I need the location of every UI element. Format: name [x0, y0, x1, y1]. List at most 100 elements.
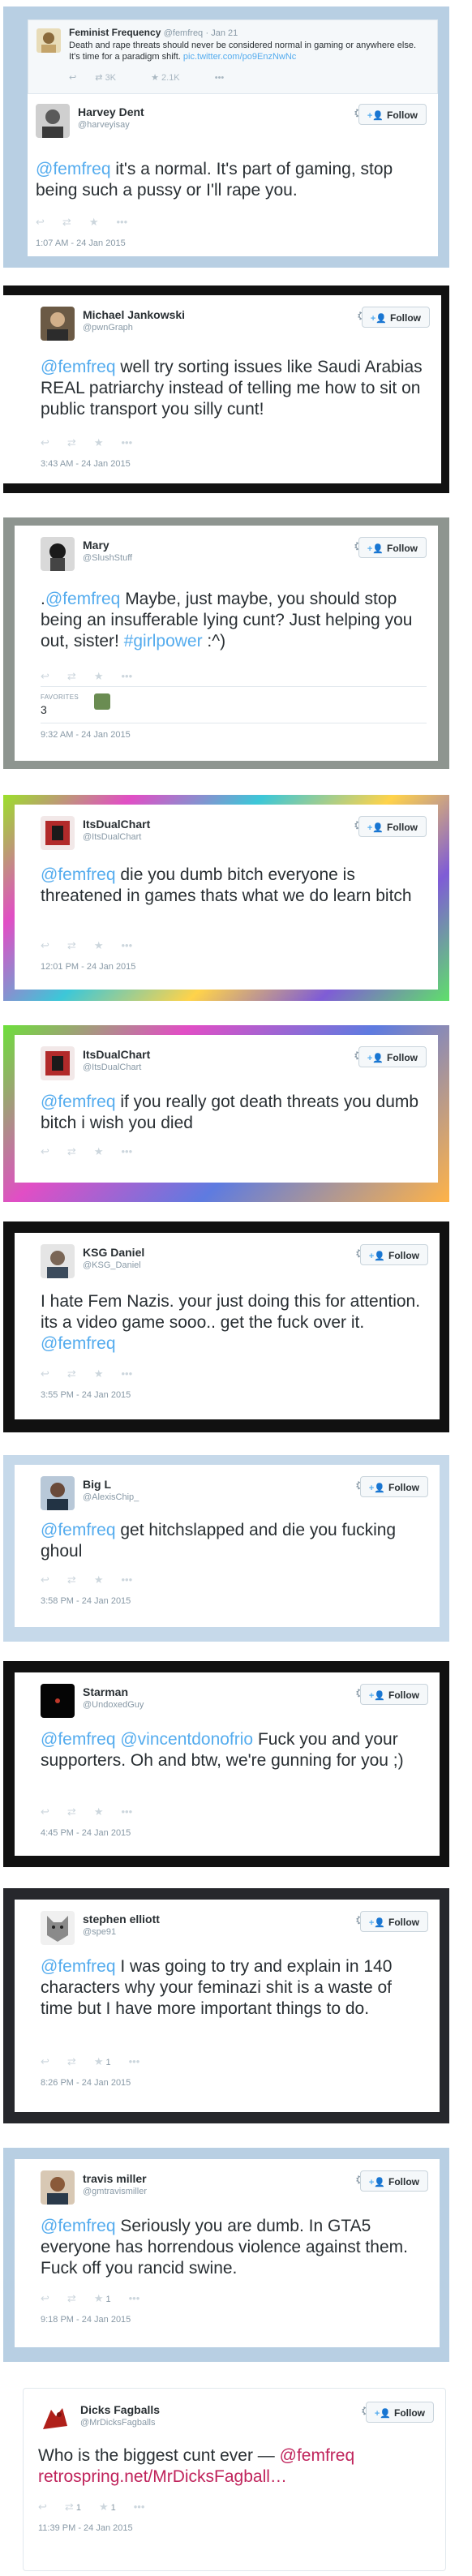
avatar[interactable]	[41, 1911, 75, 1945]
timestamp[interactable]: 4:45 PM - 24 Jan 2015	[41, 1828, 131, 1838]
retweet-icon[interactable]: ⇄	[67, 2055, 76, 2068]
retweet-icon[interactable]: ⇄	[67, 1805, 76, 1818]
timestamp[interactable]: 3:55 PM - 24 Jan 2015	[41, 1390, 131, 1400]
favorite-icon[interactable]: ★	[94, 1574, 104, 1586]
retweet-icon[interactable]: ⇄ 1	[65, 2501, 81, 2514]
timestamp[interactable]: 9:32 AM - 24 Jan 2015	[41, 730, 131, 740]
reply-icon[interactable]: ↩	[36, 216, 45, 229]
avatar[interactable]	[41, 816, 75, 850]
retweet-icon[interactable]: ⇄	[67, 436, 76, 449]
follow-button[interactable]: +👤 Follow	[359, 1476, 428, 1497]
author[interactable]: Big L @AlexisChip_	[83, 1478, 139, 1502]
retweet-icon[interactable]: ⇄	[67, 1367, 76, 1380]
reply-icon[interactable]: ↩	[41, 1145, 49, 1158]
reply-icon[interactable]: ↩	[41, 670, 49, 683]
timestamp[interactable]: 8:26 PM - 24 Jan 2015	[41, 2078, 131, 2088]
favoriter-avatar[interactable]	[94, 693, 110, 710]
author[interactable]: Mary @SlushStuff	[83, 539, 132, 563]
mention-link[interactable]: @femfreq	[41, 1957, 116, 1976]
mention-link[interactable]: @femfreq	[41, 1334, 116, 1353]
more-icon[interactable]: •••	[121, 939, 132, 951]
more-icon[interactable]: •••	[121, 1805, 132, 1818]
mention-link[interactable]: @femfreq	[41, 1093, 116, 1111]
favorite-icon[interactable]: ★ 1	[94, 2055, 111, 2068]
favorite-icon[interactable]: ★ 2.1K	[151, 73, 196, 83]
favorite-icon[interactable]: ★	[94, 670, 104, 683]
reply-icon[interactable]: ↩	[41, 436, 49, 449]
avatar[interactable]	[36, 104, 70, 138]
avatar[interactable]	[41, 1476, 75, 1510]
favorite-icon[interactable]: ★	[94, 1145, 104, 1158]
mention-link[interactable]: @femfreq	[41, 865, 116, 884]
author[interactable]: Michael Jankowski @pwnGraph	[83, 308, 185, 333]
quoted-tweet[interactable]: Feminist Frequency @femfreq · Jan 21 Dea…	[28, 19, 438, 94]
avatar[interactable]	[41, 2170, 75, 2205]
hashtag-link[interactable]: #girlpower	[124, 632, 203, 650]
avatar[interactable]	[38, 2402, 72, 2436]
favorite-icon[interactable]: ★ 1	[99, 2501, 116, 2514]
more-icon[interactable]: •••	[121, 1145, 132, 1157]
mention-link[interactable]: @femfreq	[41, 2217, 116, 2235]
reply-icon[interactable]: ↩	[41, 1367, 49, 1380]
timestamp[interactable]: 9:18 PM - 24 Jan 2015	[41, 2315, 131, 2325]
more-icon[interactable]: •••	[116, 216, 127, 228]
retweet-icon[interactable]: ⇄	[67, 1574, 76, 1586]
timestamp[interactable]: 3:43 AM - 24 Jan 2015	[41, 459, 131, 469]
follow-button[interactable]: +👤 Follow	[361, 307, 430, 328]
avatar[interactable]	[41, 537, 75, 571]
avatar[interactable]	[41, 1244, 75, 1278]
timestamp[interactable]: 11:39 PM - 24 Jan 2015	[38, 2523, 133, 2533]
follow-button[interactable]: +👤 Follow	[359, 1911, 428, 1932]
avatar[interactable]	[41, 1684, 75, 1718]
favorite-icon[interactable]: ★	[94, 1805, 104, 1818]
favorite-icon[interactable]: ★ 1	[94, 2292, 111, 2305]
mention-link[interactable]: @femfreq	[41, 1521, 116, 1539]
retweet-icon[interactable]: ⇄	[67, 939, 76, 952]
more-icon[interactable]: •••	[121, 1367, 132, 1380]
author[interactable]: Dicks Fagballs @MrDicksFagballs	[80, 2403, 160, 2428]
author[interactable]: ItsDualChart @ItsDualChart	[83, 1048, 150, 1072]
retweet-icon[interactable]: ⇄ 3K	[95, 73, 132, 83]
author[interactable]: travis miller @gmtravismiller	[83, 2172, 147, 2196]
follow-button[interactable]: +👤 Follow	[365, 2402, 434, 2423]
retweet-icon[interactable]: ⇄	[67, 1145, 76, 1158]
reply-icon[interactable]: ↩	[41, 1574, 49, 1586]
more-icon[interactable]: •••	[134, 2501, 145, 2513]
favorite-icon[interactable]: ★	[89, 216, 99, 229]
reply-icon[interactable]: ↩	[41, 1805, 49, 1818]
more-icon[interactable]: •••	[121, 1574, 132, 1586]
media-link[interactable]: pic.twitter.com/po9EnzNwNc	[183, 52, 296, 62]
mention-link[interactable]: @femfreq	[41, 358, 116, 376]
favorite-icon[interactable]: ★	[94, 1367, 104, 1380]
mention-link[interactable]: @femfreq	[45, 590, 121, 608]
reply-icon[interactable]: ↩	[41, 2055, 49, 2068]
follow-button[interactable]: +👤 Follow	[358, 104, 427, 125]
avatar[interactable]	[36, 28, 61, 53]
mention-link-2[interactable]: @vincentdonofrio	[120, 1730, 253, 1749]
reply-icon[interactable]: ↩	[41, 939, 49, 952]
more-icon[interactable]: •••	[129, 2292, 140, 2304]
mention-link[interactable]: @femfreq	[36, 160, 111, 178]
follow-button[interactable]: +👤 Follow	[359, 2170, 428, 2192]
follow-button[interactable]: +👤 Follow	[358, 537, 427, 558]
follow-button[interactable]: +👤 Follow	[358, 816, 427, 837]
retweet-icon[interactable]: ⇄	[62, 216, 71, 229]
avatar[interactable]	[41, 307, 75, 341]
more-icon[interactable]: •••	[121, 670, 132, 682]
author[interactable]: stephen elliott @spe91	[83, 1913, 160, 1937]
avatar[interactable]	[41, 1046, 75, 1080]
mention-link[interactable]: @femfreq	[280, 2446, 355, 2465]
timestamp[interactable]: 3:58 PM - 24 Jan 2015	[41, 1596, 131, 1606]
retweet-icon[interactable]: ⇄	[67, 670, 76, 683]
retweet-icon[interactable]: ⇄	[67, 2292, 76, 2305]
retrospring-link[interactable]: retrospring.net/MrDicksFagball…	[38, 2467, 287, 2486]
author[interactable]: Starman @UndoxedGuy	[83, 1685, 144, 1710]
more-icon[interactable]: •••	[215, 73, 225, 83]
timestamp[interactable]: 12:01 PM - 24 Jan 2015	[41, 962, 135, 972]
reply-icon[interactable]: ↩	[41, 2292, 49, 2305]
favorites-count[interactable]: 3	[41, 703, 47, 716]
reply-icon[interactable]: ↩	[69, 73, 76, 83]
reply-icon[interactable]: ↩	[38, 2501, 47, 2514]
follow-button[interactable]: +👤 Follow	[359, 1244, 428, 1265]
mention-link[interactable]: @femfreq	[41, 1730, 116, 1749]
